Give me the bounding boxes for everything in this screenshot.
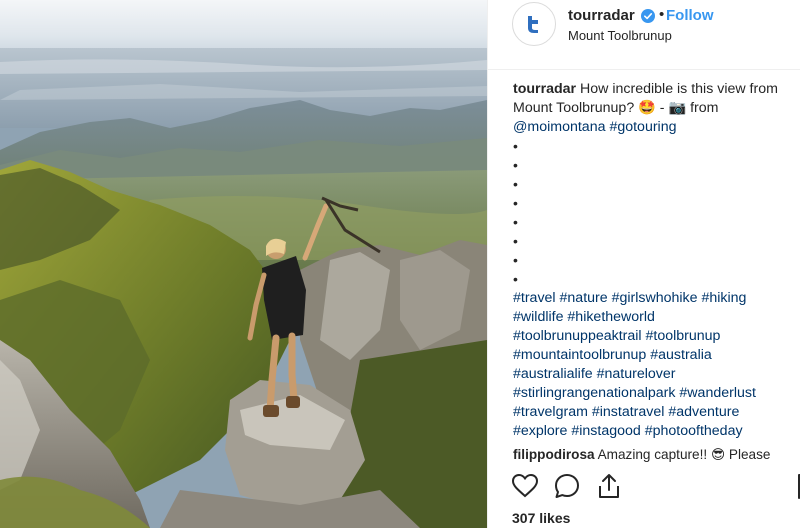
avatar[interactable] xyxy=(512,2,556,46)
caption-text: Mount Toolbrunup? xyxy=(513,100,635,116)
mountain-landscape-image xyxy=(0,0,487,528)
bullet-line: • xyxy=(513,252,518,268)
hashtag-line[interactable]: #wildlife #hiketheworld xyxy=(513,308,795,327)
likes-count[interactable]: 307 likes xyxy=(512,510,570,526)
hashtag-line[interactable]: #stirlingrangenationalpark #wanderlust xyxy=(513,384,795,403)
follow-button[interactable]: Follow xyxy=(666,7,714,24)
comment-username[interactable]: filippodirosa xyxy=(513,447,595,462)
action-bar xyxy=(511,470,800,504)
hashtag-line[interactable]: #toolbrunuppeaktrail #toolbrunup xyxy=(513,327,795,346)
comment-icon[interactable] xyxy=(553,472,581,500)
bullet-line: • xyxy=(513,195,518,211)
author-username[interactable]: tourradar xyxy=(568,7,635,24)
post-photo[interactable] xyxy=(0,0,487,528)
bullet-list: • • • • • • • • xyxy=(513,137,795,289)
hashtag-line[interactable]: #mountaintoolbrunup #australia xyxy=(513,346,795,365)
heart-icon[interactable] xyxy=(511,472,539,500)
comment-item: filippodirosa Amazing capture!! 😎 Please xyxy=(513,447,800,463)
bullet-line: • xyxy=(513,271,518,287)
tourradar-logo-icon xyxy=(528,16,538,33)
post-caption: tourradar How incredible is this view fr… xyxy=(513,80,795,441)
hashtag-line[interactable]: #travel #nature #girlswhohike #hiking xyxy=(513,289,795,308)
verified-badge-icon xyxy=(641,9,655,23)
post-header: tourradar • Follow Mount Toolbrunup xyxy=(488,0,800,70)
comment-text: Amazing capture!! xyxy=(597,447,708,462)
mention-link[interactable]: @moimontana xyxy=(513,119,605,135)
sunglasses-emoji: 😎 xyxy=(710,447,726,462)
caption-text: How incredible is this view from xyxy=(580,81,778,97)
caption-line: @moimontana #gotouring xyxy=(513,118,795,137)
bullet-line: • xyxy=(513,214,518,230)
hashtag-link[interactable]: #gotouring xyxy=(609,119,676,135)
caption-text: from xyxy=(690,100,719,116)
hashtag-line[interactable]: #australialife #naturelover xyxy=(513,365,795,384)
post-details-panel: tourradar • Follow Mount Toolbrunup tour… xyxy=(487,0,800,528)
hashtag-line[interactable]: #travelgram #instatravel #adventure xyxy=(513,403,795,422)
bullet-line: • xyxy=(513,233,518,249)
bullet-line: • xyxy=(513,138,518,154)
camera-emoji: 📷 xyxy=(668,100,687,116)
bullet-line: • xyxy=(513,176,518,192)
caption-line: tourradar How incredible is this view fr… xyxy=(513,80,795,99)
separator-dot: • xyxy=(659,6,665,23)
hashtag-line[interactable]: #explore #instagood #photooftheday xyxy=(513,422,795,441)
comment-text: Please xyxy=(728,447,771,462)
caption-username[interactable]: tourradar xyxy=(513,81,576,97)
caption-dash: - xyxy=(659,100,665,116)
bullet-line: • xyxy=(513,157,518,173)
star-struck-emoji: 🤩 xyxy=(638,100,656,116)
location-link[interactable]: Mount Toolbrunup xyxy=(568,28,672,43)
share-icon[interactable] xyxy=(595,472,623,500)
caption-line: Mount Toolbrunup? 🤩 - 📷 from xyxy=(513,99,795,118)
bookmark-icon[interactable] xyxy=(793,472,800,500)
